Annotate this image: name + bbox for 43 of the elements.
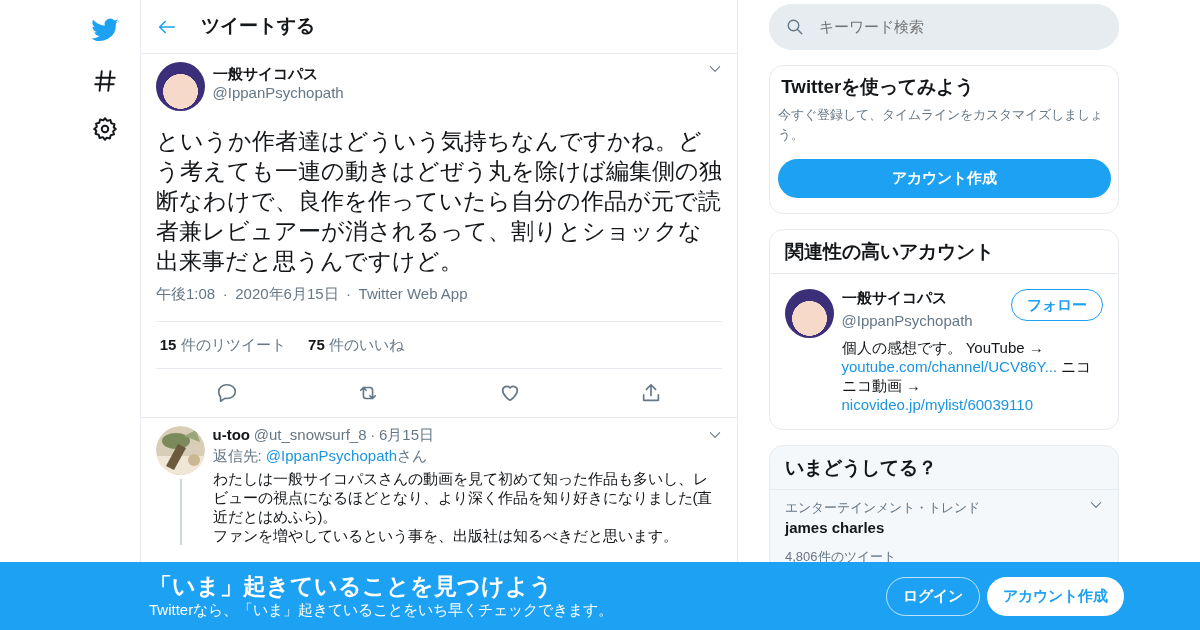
stat-link[interactable]: 15 件のリツイート <box>159 333 286 356</box>
page-title: ツイートする <box>200 14 315 39</box>
reply-text: ファンを増やしているという事を、出版社は知るべきだと思います。 <box>212 526 679 545</box>
card-title: 関連性の高いアカウント <box>784 239 995 264</box>
banner-title: 「いま」起きていることを見つけよう <box>149 572 554 601</box>
user-handle[interactable]: @IppanPsychopath <box>841 311 1011 331</box>
separator-dot: · <box>370 425 376 445</box>
user-handle[interactable]: @ut_snowsurf_8 <box>253 425 367 445</box>
user-handle[interactable]: @IppanPsychopath <box>212 84 701 103</box>
link[interactable]: youtube.com/channel/UCV86Y... <box>841 358 1058 375</box>
tweet-time: 2020年6月15日 <box>235 284 339 304</box>
search-icon <box>786 17 804 36</box>
card-title: いまどうしてる？ <box>784 455 938 480</box>
avatar[interactable] <box>156 61 205 111</box>
display-name[interactable]: 一般サイコパス <box>212 65 701 84</box>
source-link[interactable]: Twitter Web App <box>358 283 468 306</box>
display-name[interactable]: 一般サイコパス <box>841 289 1011 308</box>
separator-dot: · <box>346 284 352 304</box>
tweet-time: 午後1:08 <box>156 284 216 304</box>
stat-link[interactable]: 75 件のいいね <box>308 333 404 356</box>
tweet-count: 4,806件のツイート <box>785 548 897 567</box>
banner-text: Twitterなら、「いま」起きていることをいち早くチェックできます。 <box>149 600 615 620</box>
follow-button[interactable]: フォロー <box>1011 289 1103 322</box>
card-text: 今すぐ登録して、タイムラインをカスタマイズしましょう。 <box>777 106 1104 144</box>
link[interactable]: @IppanPsychopath <box>265 447 397 465</box>
trend-name: james charles <box>785 518 886 539</box>
card-title: Twitterを使ってみよう <box>780 75 976 100</box>
settings-icon[interactable] <box>92 116 118 142</box>
signup-button[interactable]: アカウント作成 <box>987 576 1124 616</box>
reply-icon[interactable] <box>215 382 238 404</box>
tweet-text: というか作者達はどういう気持ちなんですかね。どう考えても一連の動きはどぜう丸を除けば編集側の独断なわけで、良作を作っていたら自分の作品が元で読者兼レビュアーが消されるって、割りとショックな出来事だと思うんですけど。 <box>156 126 722 276</box>
avatar[interactable] <box>785 289 834 339</box>
tweet-date[interactable]: 6月15日 <box>379 425 705 445</box>
trend-category: エンターテインメント・トレンド <box>785 498 981 517</box>
link[interactable]: nicovideo.jp/mylist/60039110 <box>841 396 1033 413</box>
bio-text: 個人の感想です。 YouTube → youtube.com/channel/UCV86Y... ニコニコ動画 → nicovideo.jp/mylist/60039110 <box>841 338 1093 414</box>
search-field[interactable]: キーワード検索 <box>769 3 1119 50</box>
reply-to-text: 返信先: @IppanPsychopathさん <box>212 447 428 466</box>
display-name[interactable]: u-too <box>212 425 250 445</box>
reply-text: わたしは一般サイコパスさんの動画を見て初めて知った作品も多いし、レビューの視点になるほどとなり、より深く作品を知り好きになりました(直近だとはめふら)。 <box>212 469 714 526</box>
separator-dot: · <box>222 284 228 304</box>
signup-button[interactable]: アカウント作成 <box>777 159 1111 199</box>
hashtag-icon[interactable] <box>92 67 118 94</box>
